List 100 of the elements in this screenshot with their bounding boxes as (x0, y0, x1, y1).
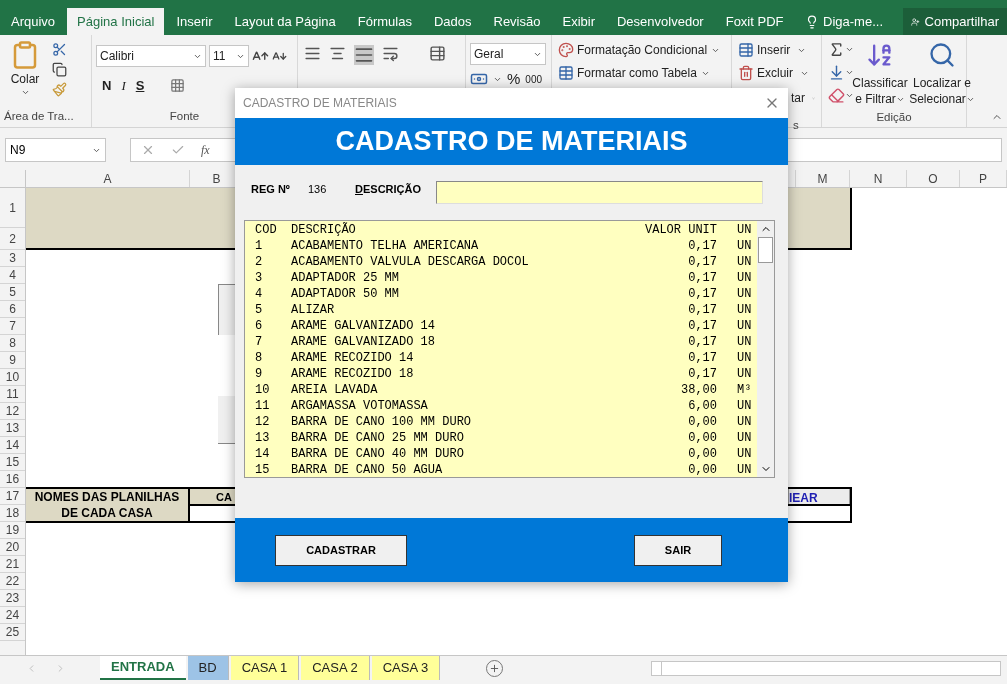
cancel-icon[interactable] (141, 143, 155, 157)
row-header[interactable]: 5 (9, 283, 16, 301)
cells-menu-button[interactable]: tar (738, 89, 815, 107)
row-header[interactable]: 7 (9, 317, 16, 335)
list-item[interactable]: 8 ARAME RECOZIDO 14 0,17 UN (255, 350, 757, 366)
list-item[interactable]: 6 ARAME GALVANIZADO 14 0,17 UN (255, 318, 757, 334)
insert-function-button[interactable]: fx (201, 141, 210, 159)
row-header[interactable]: 6 (9, 300, 16, 318)
italic-button[interactable]: I (121, 76, 126, 96)
ribbon-tab[interactable]: Foxit PDF (715, 8, 794, 35)
vertical-scrollbar[interactable] (757, 221, 774, 477)
row-header[interactable]: 20 (5, 538, 20, 556)
sheet-button[interactable] (218, 284, 238, 335)
dialog-button[interactable]: SAIR (634, 534, 722, 566)
row-header[interactable]: 15 (5, 453, 20, 471)
row-header[interactable]: 8 (9, 334, 16, 352)
column-header[interactable]: B (212, 170, 221, 188)
ribbon-tab[interactable]: Dados (423, 8, 482, 35)
ribbon-tab[interactable]: Layout da Página (224, 8, 346, 35)
list-item[interactable]: 13 BARRA DE CANO 25 MM DURO 0,00 UN (255, 430, 757, 446)
row-header[interactable]: 12 (5, 402, 20, 420)
dialog-button[interactable]: CADASTRAR (275, 534, 407, 566)
column-header[interactable]: A (103, 170, 112, 188)
thousands-button[interactable]: 000 (525, 71, 543, 87)
column-header[interactable]: N (873, 170, 883, 188)
row-header[interactable]: 2 (9, 229, 16, 248)
align-middle-icon[interactable] (329, 45, 346, 62)
list-item[interactable]: 15 BARRA DE CANO 50 AGUA 0,00 UN (255, 462, 757, 477)
row-header[interactable]: 3 (9, 249, 16, 267)
fill-down-icon[interactable] (828, 64, 845, 81)
column-header[interactable]: O (928, 170, 938, 188)
row-header[interactable]: 10 (5, 368, 20, 386)
row-header[interactable]: 24 (5, 606, 20, 624)
sheet-tab[interactable]: ENTRADA (100, 656, 186, 680)
font-size-field[interactable]: 11 (209, 45, 249, 67)
ribbon-tab[interactable]: Revisão (483, 8, 551, 35)
list-item[interactable]: 12 BARRA DE CANO 100 MM DURO 0,00 UN (255, 414, 757, 430)
sheet-tab[interactable]: CASA 3 (371, 656, 441, 680)
find-select-button[interactable]: Localizar e Selecionar (910, 41, 974, 109)
row-header[interactable]: 17 (5, 487, 20, 505)
enter-icon[interactable] (171, 143, 185, 157)
row-header[interactable]: 22 (5, 572, 20, 590)
description-field[interactable] (436, 180, 763, 204)
number-format-field[interactable]: Geral (470, 43, 546, 65)
align-top-icon[interactable] (304, 45, 321, 62)
scroll-thumb[interactable] (758, 237, 773, 263)
horizontal-scrollbar[interactable] (651, 661, 1002, 676)
ribbon-tab[interactable]: Página Inicial (67, 8, 165, 35)
copy-icon[interactable] (52, 62, 67, 77)
ribbon-tab[interactable]: Exibir (552, 8, 605, 35)
list-item[interactable]: 5 ALIZAR 0,17 UN (255, 302, 757, 318)
column-header[interactable]: M (817, 170, 828, 188)
row-header[interactable]: 18 (5, 504, 20, 522)
row-header[interactable]: 9 (9, 351, 16, 369)
share-button[interactable]: Compartilhar (903, 8, 1007, 35)
sheet-tab[interactable]: BD (187, 656, 229, 680)
percent-button[interactable]: % (507, 68, 521, 91)
row-header[interactable]: 16 (5, 470, 20, 488)
row-header[interactable]: 11 (6, 385, 19, 403)
row-header[interactable]: 1 (9, 198, 16, 217)
list-item[interactable]: 11 ARGAMASSA VOTOMASSA 6,00 UN (255, 398, 757, 414)
paste-button[interactable]: Colar (4, 40, 46, 107)
row-header[interactable]: 25 (5, 623, 20, 641)
ribbon-tab[interactable]: Desenvolvedor (607, 8, 714, 35)
name-box[interactable]: N9 (5, 138, 106, 162)
cells-menu-button[interactable]: Inserir (738, 41, 815, 59)
row-header[interactable]: 14 (5, 436, 20, 454)
column-header[interactable]: P (979, 170, 987, 188)
list-item[interactable]: 10 AREIA LAVADA 38,00 M³ (255, 382, 757, 398)
underline-button[interactable]: S (135, 76, 145, 96)
materials-list[interactable] (244, 220, 775, 478)
cells-menu-button[interactable]: Excluir (738, 64, 815, 82)
sort-filter-button[interactable]: Classificar e Filtrar (854, 41, 906, 109)
list-item[interactable]: 2 ACABAMENTO VALVULA DESCARGA DOCOL 0,17 UN (255, 254, 757, 270)
list-item[interactable]: 9 ARAME RECOZIDO 18 0,17 UN (255, 366, 757, 382)
styles-menu-button[interactable]: Formatação Condicional (558, 41, 725, 59)
bold-button[interactable]: N (102, 76, 112, 96)
row-header[interactable]: 21 (5, 555, 20, 573)
eraser-icon[interactable] (828, 87, 845, 104)
paintbrush-icon[interactable] (52, 82, 67, 97)
orientation-icon[interactable] (382, 45, 399, 62)
styles-menu-button[interactable]: Formatar como Tabela (558, 64, 725, 82)
wrap-text-icon[interactable] (429, 45, 446, 62)
row-header[interactable]: 13 (5, 419, 20, 437)
list-item[interactable]: 14 BARRA DE CANO 40 MM DURO 0,00 UN (255, 446, 757, 462)
list-item[interactable]: 4 ADAPTADOR 50 MM 0,17 UN (255, 286, 757, 302)
borders-icon[interactable] (170, 78, 186, 94)
list-item[interactable]: 3 ADAPTADOR 25 MM 0,17 UN (255, 270, 757, 286)
sheet-tab[interactable]: CASA 1 (230, 656, 300, 680)
align-bottom-icon[interactable] (354, 45, 374, 65)
scissors-icon[interactable] (52, 42, 67, 57)
ribbon-tab[interactable]: Inserir (166, 8, 223, 35)
ribbon-tab[interactable]: Arquivo (1, 8, 66, 35)
tell-me-field[interactable]: Diga-me... (823, 11, 883, 32)
list-item[interactable]: 7 ARAME GALVANIZADO 18 0,17 UN (255, 334, 757, 350)
row-header[interactable]: 19 (5, 521, 20, 539)
sheet-tab[interactable]: CASA 2 (301, 656, 370, 680)
row-header[interactable]: 23 (5, 589, 20, 607)
list-item[interactable]: 1 ACABAMENTO TELHA AMERICANA 0,17 UN (255, 238, 757, 254)
font-name-field[interactable]: Calibri (96, 45, 206, 67)
